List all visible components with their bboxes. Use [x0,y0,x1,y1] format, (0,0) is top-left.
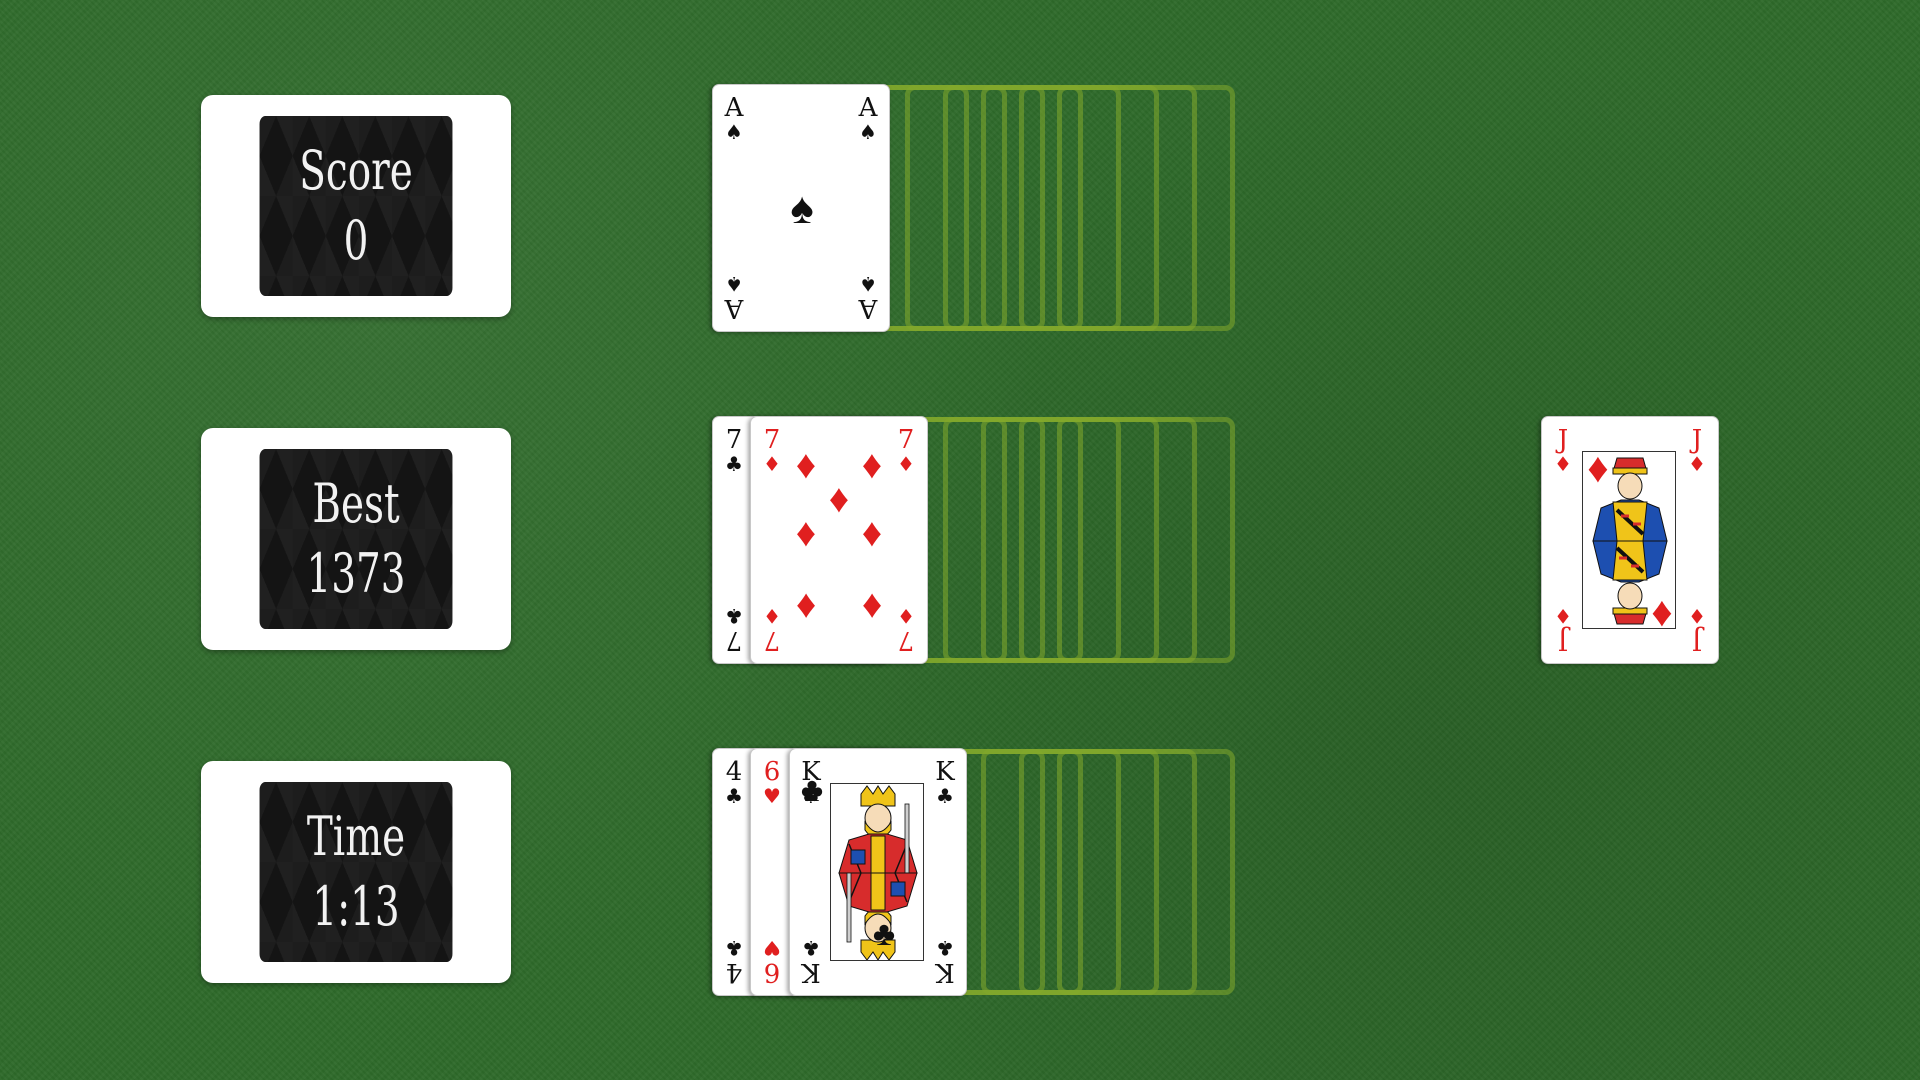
score-label: Score [299,139,413,202]
card-corner: A ♠ [858,272,878,323]
card-corner: 7 ♣ [725,425,743,476]
card-corner: K ♣ [935,757,955,808]
score-value: 0 [343,209,369,272]
time-panel: Time 1:13 [201,761,511,983]
diamond-pip-icon: ♦ [795,511,817,555]
card-corner: A ♠ [724,272,744,323]
card-corner: K ♣ [801,936,821,987]
card-corner: 4 ♣ [725,936,743,987]
best-value: 1373 [306,542,406,605]
card-corner: 6 ♥ [763,936,781,987]
best-panel: Best 1373 [201,428,511,650]
playing-card-ace-spades[interactable]: A ♠ A ♠ ♠ A ♠ A ♠ [712,84,890,332]
score-panel: Score 0 [201,95,511,317]
playing-card-seven-diamonds[interactable]: 7 ♦ 7 ♦ ♦ ♦ ♦ ♦ ♦ ♦ ♦ 7 ♦ 7 ♦ [750,416,928,664]
club-pip-icon: ♣ [800,771,824,809]
card-corner: A ♠ [724,93,744,144]
playing-card-king-clubs[interactable]: K ♣ K ♣ ♣ ♣ K ♣ K ♣ [789,748,967,996]
card-corner: J ♦ [1688,604,1706,655]
card-corner: K ♣ [935,936,955,987]
card-corner: 7 ♦ [763,425,781,476]
diamond-pip-icon: ♦ [1587,444,1609,491]
time-label: Time [306,805,406,868]
card-corner: A ♠ [858,93,878,144]
best-label: Best [312,472,400,535]
score-display: Score 0 [259,116,453,296]
club-pip-icon: ♣ [872,915,896,953]
card-corner: J ♦ [1554,604,1572,655]
diamond-pip-icon: ♦ [795,585,817,629]
time-display: Time 1:13 [259,782,453,962]
best-display: Best 1373 [259,449,453,629]
current-card-jack-diamonds[interactable]: J ♦ J ♦ ♦ ♦ J ♦ J ♦ [1541,416,1719,664]
diamond-pip-icon: ♦ [1651,588,1673,635]
card-corner: J ♦ [1554,425,1572,476]
card-corner: 7 ♦ [897,425,915,476]
card-corner: 6 ♥ [763,757,781,808]
card-corner: 7 ♦ [897,604,915,655]
card-corner: 7 ♦ [763,604,781,655]
spade-pip-icon: ♠ [790,184,814,233]
card-corner: 4 ♣ [725,757,743,808]
diamond-pip-icon: ♦ [861,511,883,555]
time-value: 1:13 [312,875,400,938]
card-corner: J ♦ [1688,425,1706,476]
diamond-pip-icon: ♦ [861,585,883,629]
card-corner: 7 ♣ [725,604,743,655]
